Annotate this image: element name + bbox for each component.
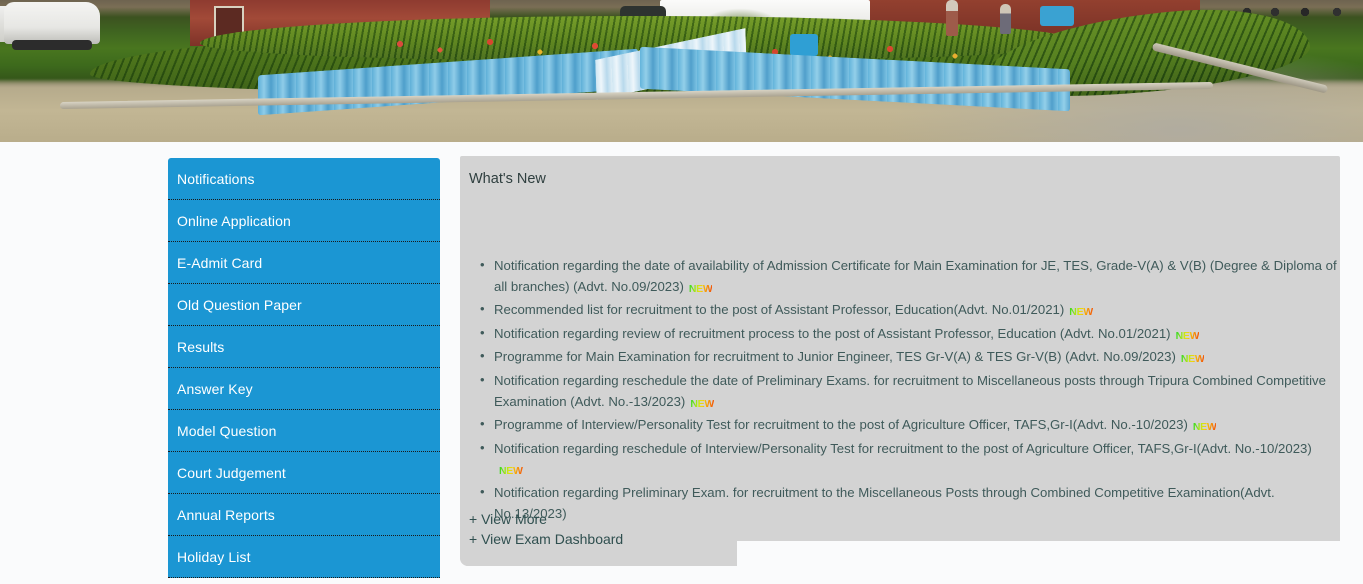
whats-new-item-text: Notification regarding reschedule of Int… [494,440,1312,456]
whats-new-item[interactable]: Notification regarding reschedule of Int… [480,438,1340,483]
new-badge-icon: NEW [690,394,714,415]
sidebar-item-old-question-paper[interactable]: Old Question Paper [168,284,440,326]
new-badge-icon: NEW [499,461,523,482]
whats-new-title: What's New [469,171,546,187]
sidebar-item-label: Old Question Paper [177,296,302,313]
sidebar-item-label: Results [177,338,225,355]
whats-new-item[interactable]: Notification regarding reschedule the da… [480,370,1340,415]
header-banner-image [0,0,1363,142]
whats-new-item[interactable]: Notification regarding review of recruit… [480,323,1340,348]
banner-person-2 [1000,4,1011,34]
whats-new-panel: What's New Notification regarding the da… [460,156,1340,566]
sidebar-item-court-judgement[interactable]: Court Judgement [168,452,440,494]
whats-new-links: + View More + View Exam Dashboard [460,509,738,549]
sidebar-item-label: Court Judgement [177,464,286,481]
banner-van [4,2,100,50]
sidebar-item-label: Answer Key [177,380,253,397]
link-view-more[interactable]: + View More [469,509,738,529]
sidebar-item-label: Notifications [177,170,255,187]
sidebar-item-annual-reports[interactable]: Annual Reports [168,494,440,536]
sidebar-item-e-admit-card[interactable]: E-Admit Card [168,242,440,284]
sidebar-item-label: Online Application [177,212,291,229]
sidebar-item-label: Annual Reports [177,506,275,523]
whats-new-item[interactable]: Programme of Interview/Personality Test … [480,414,1340,439]
new-badge-icon: NEW [689,279,713,300]
whats-new-item[interactable]: Programme for Main Examination for recru… [480,346,1340,371]
content-area: Notifications Online Application E-Admit C… [0,142,1363,584]
sidebar-item-notifications[interactable]: Notifications [168,158,440,200]
sidebar-item-model-question[interactable]: Model Question [168,410,440,452]
whats-new-item-text: Recommended list for recruitment to the … [494,302,1065,318]
whats-new-item[interactable]: Recommended list for recruitment to the … [480,299,1340,324]
whats-new-item-text: Programme of Interview/Personality Test … [494,417,1188,433]
banner-photo [0,0,1363,142]
banner-blue-box-2 [1040,6,1074,26]
sidebar-item-label: Model Question [177,422,277,439]
page-root: Notifications Online Application E-Admit C… [0,0,1363,584]
whats-new-item-text: Programme for Main Examination for recru… [494,349,1176,365]
new-badge-icon: NEW [1181,349,1205,370]
sidebar-item-online-application[interactable]: Online Application [168,200,440,242]
whats-new-item-text: Notification regarding the date of avail… [494,258,1337,294]
sidebar-item-holiday-list[interactable]: Holiday List [168,536,440,578]
sidebar-item-label: E-Admit Card [177,254,263,271]
new-badge-icon: NEW [1069,302,1093,323]
whats-new-item-text: Notification regarding reschedule the da… [494,372,1326,409]
whats-new-item-text: Notification regarding review of recruit… [494,325,1171,341]
sidebar-menu: Notifications Online Application E-Admit C… [168,158,440,578]
banner-blue-box [790,34,818,56]
whats-new-item[interactable]: Notification regarding the date of avail… [480,255,1340,300]
link-view-exam-dashboard[interactable]: + View Exam Dashboard [469,529,738,549]
sidebar-item-results[interactable]: Results [168,326,440,368]
new-badge-icon: NEW [1176,326,1200,347]
banner-person [946,0,958,36]
sidebar-item-label: Holiday List [177,548,251,565]
new-badge-icon: NEW [1193,417,1217,438]
panel-bottom-step [737,541,1340,566]
sidebar-item-answer-key[interactable]: Answer Key [168,368,440,410]
whats-new-list: Notification regarding the date of avail… [460,255,1340,525]
